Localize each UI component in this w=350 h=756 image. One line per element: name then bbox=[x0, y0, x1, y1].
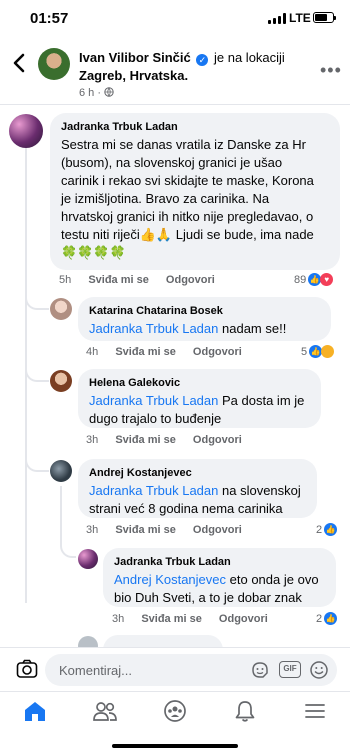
comment-text: Jadranka Trbuk Ladan nadam se!! bbox=[89, 321, 287, 336]
comment-author[interactable]: Jadranka Trbuk Ladan bbox=[114, 556, 325, 568]
like-button[interactable]: Sviđa mi se bbox=[141, 613, 202, 625]
like-button[interactable]: Sviđa mi se bbox=[115, 346, 176, 358]
back-arrow-icon[interactable] bbox=[10, 52, 30, 74]
status-bar: 01:57 LTE bbox=[0, 0, 350, 36]
mention-link[interactable]: Jadranka Trbuk Ladan bbox=[89, 483, 218, 498]
reply-button[interactable]: Odgovori bbox=[193, 434, 242, 446]
comment-author[interactable]: Katarina Chatarina Bosek bbox=[89, 305, 320, 317]
comment-actions: 3h Sviđa mi se Odgovori bbox=[112, 613, 282, 625]
mention-link[interactable]: Jadranka Trbuk Ladan bbox=[89, 393, 218, 408]
gif-button[interactable]: GIF bbox=[279, 661, 301, 678]
globe-icon bbox=[104, 87, 114, 97]
post-meta: 6 h · bbox=[79, 87, 114, 99]
header-divider bbox=[0, 104, 350, 105]
reaction-count: 89 bbox=[294, 273, 307, 286]
comment-time: 3h bbox=[86, 434, 99, 446]
comment-text: Andrej Kostanjevec eto onda je ovo bio D… bbox=[114, 572, 319, 605]
bottom-tab-bar bbox=[0, 691, 350, 733]
reply-button[interactable]: Odgovori bbox=[166, 274, 215, 286]
like-button[interactable]: Sviđa mi se bbox=[115, 434, 176, 446]
post-author-line: Ivan Vilibor Sinčić ✓ je na lokaciji Zag… bbox=[79, 49, 311, 85]
like-reaction-icon: 👍 bbox=[324, 523, 338, 536]
comment-time: 4h bbox=[86, 346, 99, 358]
thread-line bbox=[60, 486, 62, 546]
commenter-avatar[interactable] bbox=[9, 114, 43, 148]
post-author-name[interactable]: Ivan Vilibor Sinčić bbox=[79, 50, 191, 65]
heart-reaction-icon: ♥ bbox=[320, 273, 334, 286]
comment-composer: GIF bbox=[0, 647, 350, 691]
comment-actions: 3h Sviđa mi se Odgovori bbox=[86, 434, 256, 446]
haha-reaction-icon bbox=[321, 345, 335, 358]
commenter-avatar[interactable] bbox=[50, 370, 72, 392]
camera-icon[interactable] bbox=[16, 659, 38, 679]
comment-actions: 5h Sviđa mi se Odgovori bbox=[59, 274, 229, 286]
emoji-icon[interactable] bbox=[309, 660, 329, 680]
battery-icon bbox=[313, 12, 336, 23]
thread-connector bbox=[25, 290, 49, 310]
signal-icon bbox=[268, 13, 286, 24]
home-indicator bbox=[112, 744, 238, 748]
status-time: 01:57 bbox=[30, 10, 69, 27]
post-header: Ivan Vilibor Sinčić ✓ je na lokaciji Zag… bbox=[0, 36, 350, 102]
commenter-avatar[interactable] bbox=[78, 549, 98, 569]
commenter-avatar[interactable] bbox=[50, 298, 72, 320]
verified-badge-icon: ✓ bbox=[196, 54, 209, 66]
comment-actions: 3h Sviđa mi se Odgovori bbox=[86, 524, 256, 536]
like-button[interactable]: Sviđa mi se bbox=[88, 274, 149, 286]
comment-bubble: Jadranka Trbuk Ladan Sestra mi se danas … bbox=[50, 113, 340, 270]
reaction-count: 2 bbox=[316, 612, 323, 625]
reaction-summary[interactable]: 2 👍 bbox=[316, 612, 338, 625]
menu-tab-icon[interactable] bbox=[302, 699, 328, 723]
comment-author[interactable]: Andrej Kostanjevec bbox=[89, 467, 306, 479]
thread-connector bbox=[60, 540, 76, 558]
comment-bubble: Jadranka Trbuk Ladan Andrej Kostanjevec … bbox=[103, 548, 336, 607]
comment-text: Jadranka Trbuk Ladan Pa dosta im je dugo… bbox=[89, 393, 305, 426]
comment-author[interactable]: Helena Galekovic bbox=[89, 377, 310, 389]
author-avatar[interactable] bbox=[38, 48, 70, 80]
comment-text: Sestra mi se danas vratila iz Danske za … bbox=[61, 137, 314, 260]
mention-link[interactable]: Jadranka Trbuk Ladan bbox=[89, 321, 218, 336]
reaction-count: 2 bbox=[316, 523, 323, 536]
friends-tab-icon[interactable] bbox=[92, 699, 118, 723]
like-reaction-icon: 👍 bbox=[324, 612, 338, 625]
mention-link[interactable]: Andrej Kostanjevec bbox=[114, 572, 226, 587]
notifications-tab-icon[interactable] bbox=[232, 699, 258, 723]
like-button[interactable]: Sviđa mi se bbox=[115, 524, 176, 536]
comment-bubble: Andrej Kostanjevec Jadranka Trbuk Ladan … bbox=[78, 459, 317, 518]
location-prefix: je na lokaciji bbox=[214, 50, 285, 65]
comment-time: 3h bbox=[86, 524, 99, 536]
comment-actions: 4h Sviđa mi se Odgovori bbox=[86, 346, 256, 358]
reaction-count: 5 bbox=[301, 345, 308, 358]
reaction-summary[interactable]: 2 👍 bbox=[316, 523, 338, 536]
sticker-icon[interactable] bbox=[250, 660, 270, 680]
post-location[interactable]: Zagreb, Hrvatska. bbox=[79, 68, 188, 83]
reaction-summary[interactable]: 89 👍 ♥ bbox=[294, 273, 334, 286]
groups-tab-icon[interactable] bbox=[162, 699, 188, 723]
comment-time: 3h bbox=[112, 613, 125, 625]
network-label: LTE bbox=[289, 11, 311, 25]
reply-button[interactable]: Odgovori bbox=[219, 613, 268, 625]
commenter-avatar[interactable] bbox=[50, 460, 72, 482]
reply-button[interactable]: Odgovori bbox=[193, 346, 242, 358]
reaction-summary[interactable]: 5 👍 bbox=[301, 345, 335, 358]
home-tab-icon[interactable] bbox=[22, 699, 48, 723]
comment-time: 5h bbox=[59, 274, 72, 286]
comment-bubble: Helena Galekovic Jadranka Trbuk Ladan Pa… bbox=[78, 369, 321, 428]
thread-connector bbox=[25, 362, 49, 382]
thread-connector bbox=[25, 452, 49, 472]
post-time: 6 h · bbox=[79, 87, 102, 99]
reply-button[interactable]: Odgovori bbox=[193, 524, 242, 536]
comment-author[interactable]: Jadranka Trbuk Ladan bbox=[61, 121, 329, 133]
more-options-icon[interactable]: ••• bbox=[320, 60, 342, 81]
comment-text: Jadranka Trbuk Ladan na slovenskoj stran… bbox=[89, 483, 301, 516]
comment-bubble: Katarina Chatarina Bosek Jadranka Trbuk … bbox=[78, 297, 331, 341]
